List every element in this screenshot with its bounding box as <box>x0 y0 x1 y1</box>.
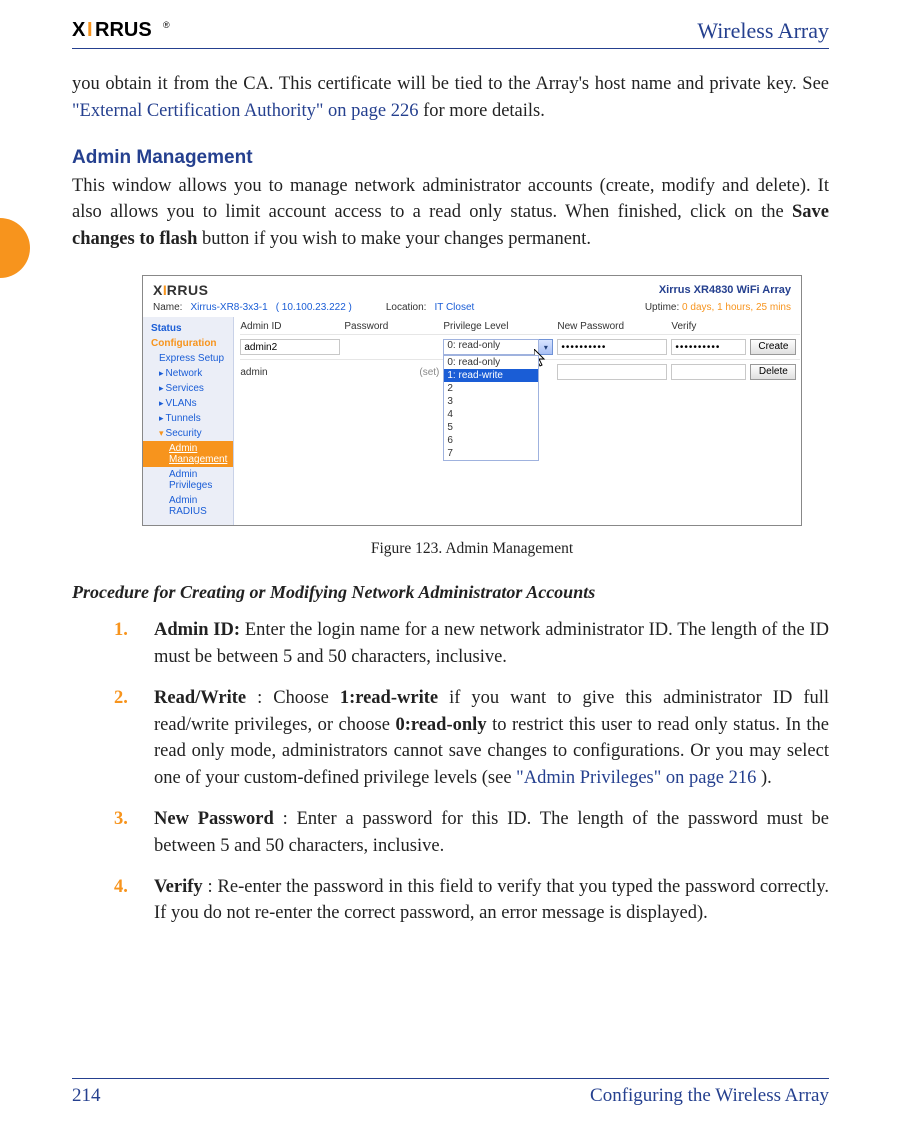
dropdown-option[interactable]: 5 <box>444 421 538 434</box>
step-number: 1. <box>114 617 146 644</box>
link-admin-privileges[interactable]: "Admin Privileges" on page 216 <box>516 768 756 788</box>
uptime-value: 0 days, 1 hours, 25 mins <box>682 302 791 313</box>
create-button[interactable]: Create <box>750 339 796 355</box>
dropdown-option[interactable]: 0: read-only <box>444 356 538 369</box>
new-password-input[interactable] <box>557 364 667 380</box>
step-bold: Admin ID: <box>154 620 240 640</box>
figure-admin-management: XIRRUS Xirrus XR4830 WiFi Array Name: Xi… <box>142 275 802 558</box>
new-password-input[interactable] <box>557 339 667 355</box>
intro-text-pre: you obtain it from the CA. This certific… <box>72 74 829 94</box>
step-bold3: 0:read-only <box>395 715 486 735</box>
list-item: 4. Verify : Re-enter the password in thi… <box>154 874 829 928</box>
page-header: X I RRUS ® Wireless Array <box>72 18 829 49</box>
admin-id-cell: admin <box>240 367 340 378</box>
page-number: 214 <box>72 1085 101 1107</box>
figure-caption: Figure 123. Admin Management <box>142 540 802 558</box>
section-heading-admin-management: Admin Management <box>72 147 829 169</box>
sidebar-admin-privileges[interactable]: Admin Privileges <box>143 467 233 493</box>
step-text: Enter the login name for a new network a… <box>154 620 829 667</box>
svg-text:®: ® <box>163 20 170 30</box>
uptime-label: Uptime: <box>645 302 679 313</box>
list-item: 1. Admin ID: Enter the login name for a … <box>154 617 829 671</box>
privilege-dropdown-list: 0: read-only 1: read-write 2 3 4 5 6 7 <box>443 355 539 461</box>
password-set-label: (set) <box>344 367 439 378</box>
sidebar-vlans[interactable]: VLANs <box>143 396 233 411</box>
sidebar-tunnels[interactable]: Tunnels <box>143 411 233 426</box>
col-new-password: New Password <box>557 321 667 332</box>
location-label: Location: <box>386 302 427 313</box>
delete-button[interactable]: Delete <box>750 364 796 380</box>
intro-text-post: for more details. <box>423 101 545 121</box>
section-body-post: button if you wish to make your changes … <box>202 229 591 249</box>
svg-text:I: I <box>87 19 93 40</box>
footer-section-title: Configuring the Wireless Array <box>590 1085 829 1107</box>
screenshot-logo: XIRRUS <box>153 282 208 298</box>
step-bold: Read/Write <box>154 688 246 708</box>
step-number: 3. <box>114 806 146 833</box>
page-footer: 214 Configuring the Wireless Array <box>72 1078 829 1107</box>
svg-text:RRUS: RRUS <box>95 19 152 40</box>
table-header-row: Admin ID Password Privilege Level New Pa… <box>240 319 800 334</box>
privilege-selected: 0: read-only <box>443 339 539 355</box>
sidebar-admin-management[interactable]: Admin Management <box>143 441 233 467</box>
list-item: 3. New Password : Enter a password for t… <box>154 806 829 860</box>
dropdown-option[interactable]: 2 <box>444 382 538 395</box>
verify-password-input[interactable] <box>671 364 746 380</box>
section-body-pre: This window allows you to manage network… <box>72 176 829 223</box>
header-title: Wireless Array <box>697 18 829 44</box>
step-bold: New Password <box>154 809 274 829</box>
sidebar-status[interactable]: Status <box>143 321 233 336</box>
location-value[interactable]: IT Closet <box>434 302 474 313</box>
col-password: Password <box>344 321 439 332</box>
side-tab-decoration <box>0 218 30 278</box>
svg-text:X: X <box>72 19 86 40</box>
screenshot-sidebar: Status Configuration Express Setup Netwo… <box>143 317 234 525</box>
col-privilege: Privilege Level <box>443 321 553 332</box>
screenshot-status-bar: Name: Xirrus-XR8-3x3-1 ( 10.100.23.222 )… <box>143 302 801 317</box>
step-bold2: 1:read-write <box>340 688 438 708</box>
dropdown-option[interactable]: 6 <box>444 434 538 447</box>
sidebar-security[interactable]: Security <box>143 426 233 441</box>
procedure-list: 1. Admin ID: Enter the login name for a … <box>72 617 829 927</box>
step-number: 2. <box>114 685 146 712</box>
sidebar-configuration[interactable]: Configuration <box>143 336 233 351</box>
link-external-ca[interactable]: "External Certification Authority" on pa… <box>72 101 418 121</box>
section-body: This window allows you to manage network… <box>72 173 829 253</box>
dropdown-option[interactable]: 3 <box>444 395 538 408</box>
screenshot-product-label: Xirrus XR4830 WiFi Array <box>659 284 791 296</box>
sidebar-admin-radius[interactable]: Admin RADIUS <box>143 493 233 519</box>
verify-password-input[interactable] <box>671 339 746 355</box>
step-text: : Re-enter the password in this field to… <box>154 877 829 924</box>
screenshot-container: XIRRUS Xirrus XR4830 WiFi Array Name: Xi… <box>142 275 802 526</box>
intro-paragraph: you obtain it from the CA. This certific… <box>72 71 829 125</box>
brand-logo: X I RRUS ® <box>72 18 212 40</box>
device-ip: ( 10.100.23.222 ) <box>276 302 352 313</box>
admin-id-input[interactable] <box>240 339 340 355</box>
step-text: : Choose <box>257 688 340 708</box>
col-admin-id: Admin ID <box>240 321 340 332</box>
screenshot-main-panel: Admin ID Password Privilege Level New Pa… <box>234 317 806 525</box>
sidebar-network[interactable]: Network <box>143 366 233 381</box>
step-number: 4. <box>114 874 146 901</box>
device-name-link[interactable]: Xirrus-XR8-3x3-1 <box>190 302 267 313</box>
step-bold: Verify <box>154 877 203 897</box>
table-row: 0: read-only 0: read-only 1: read-write … <box>240 334 800 359</box>
dropdown-option[interactable]: 4 <box>444 408 538 421</box>
step-text: ). <box>761 768 772 788</box>
sidebar-services[interactable]: Services <box>143 381 233 396</box>
procedure-title: Procedure for Creating or Modifying Netw… <box>72 582 829 603</box>
col-verify: Verify <box>671 321 746 332</box>
sidebar-express-setup[interactable]: Express Setup <box>143 351 233 366</box>
dropdown-option[interactable]: 7 <box>444 447 538 460</box>
dropdown-option[interactable]: 1: read-write <box>444 369 538 382</box>
list-item: 2. Read/Write : Choose 1:read-write if y… <box>154 685 829 792</box>
name-label: Name: <box>153 302 182 313</box>
